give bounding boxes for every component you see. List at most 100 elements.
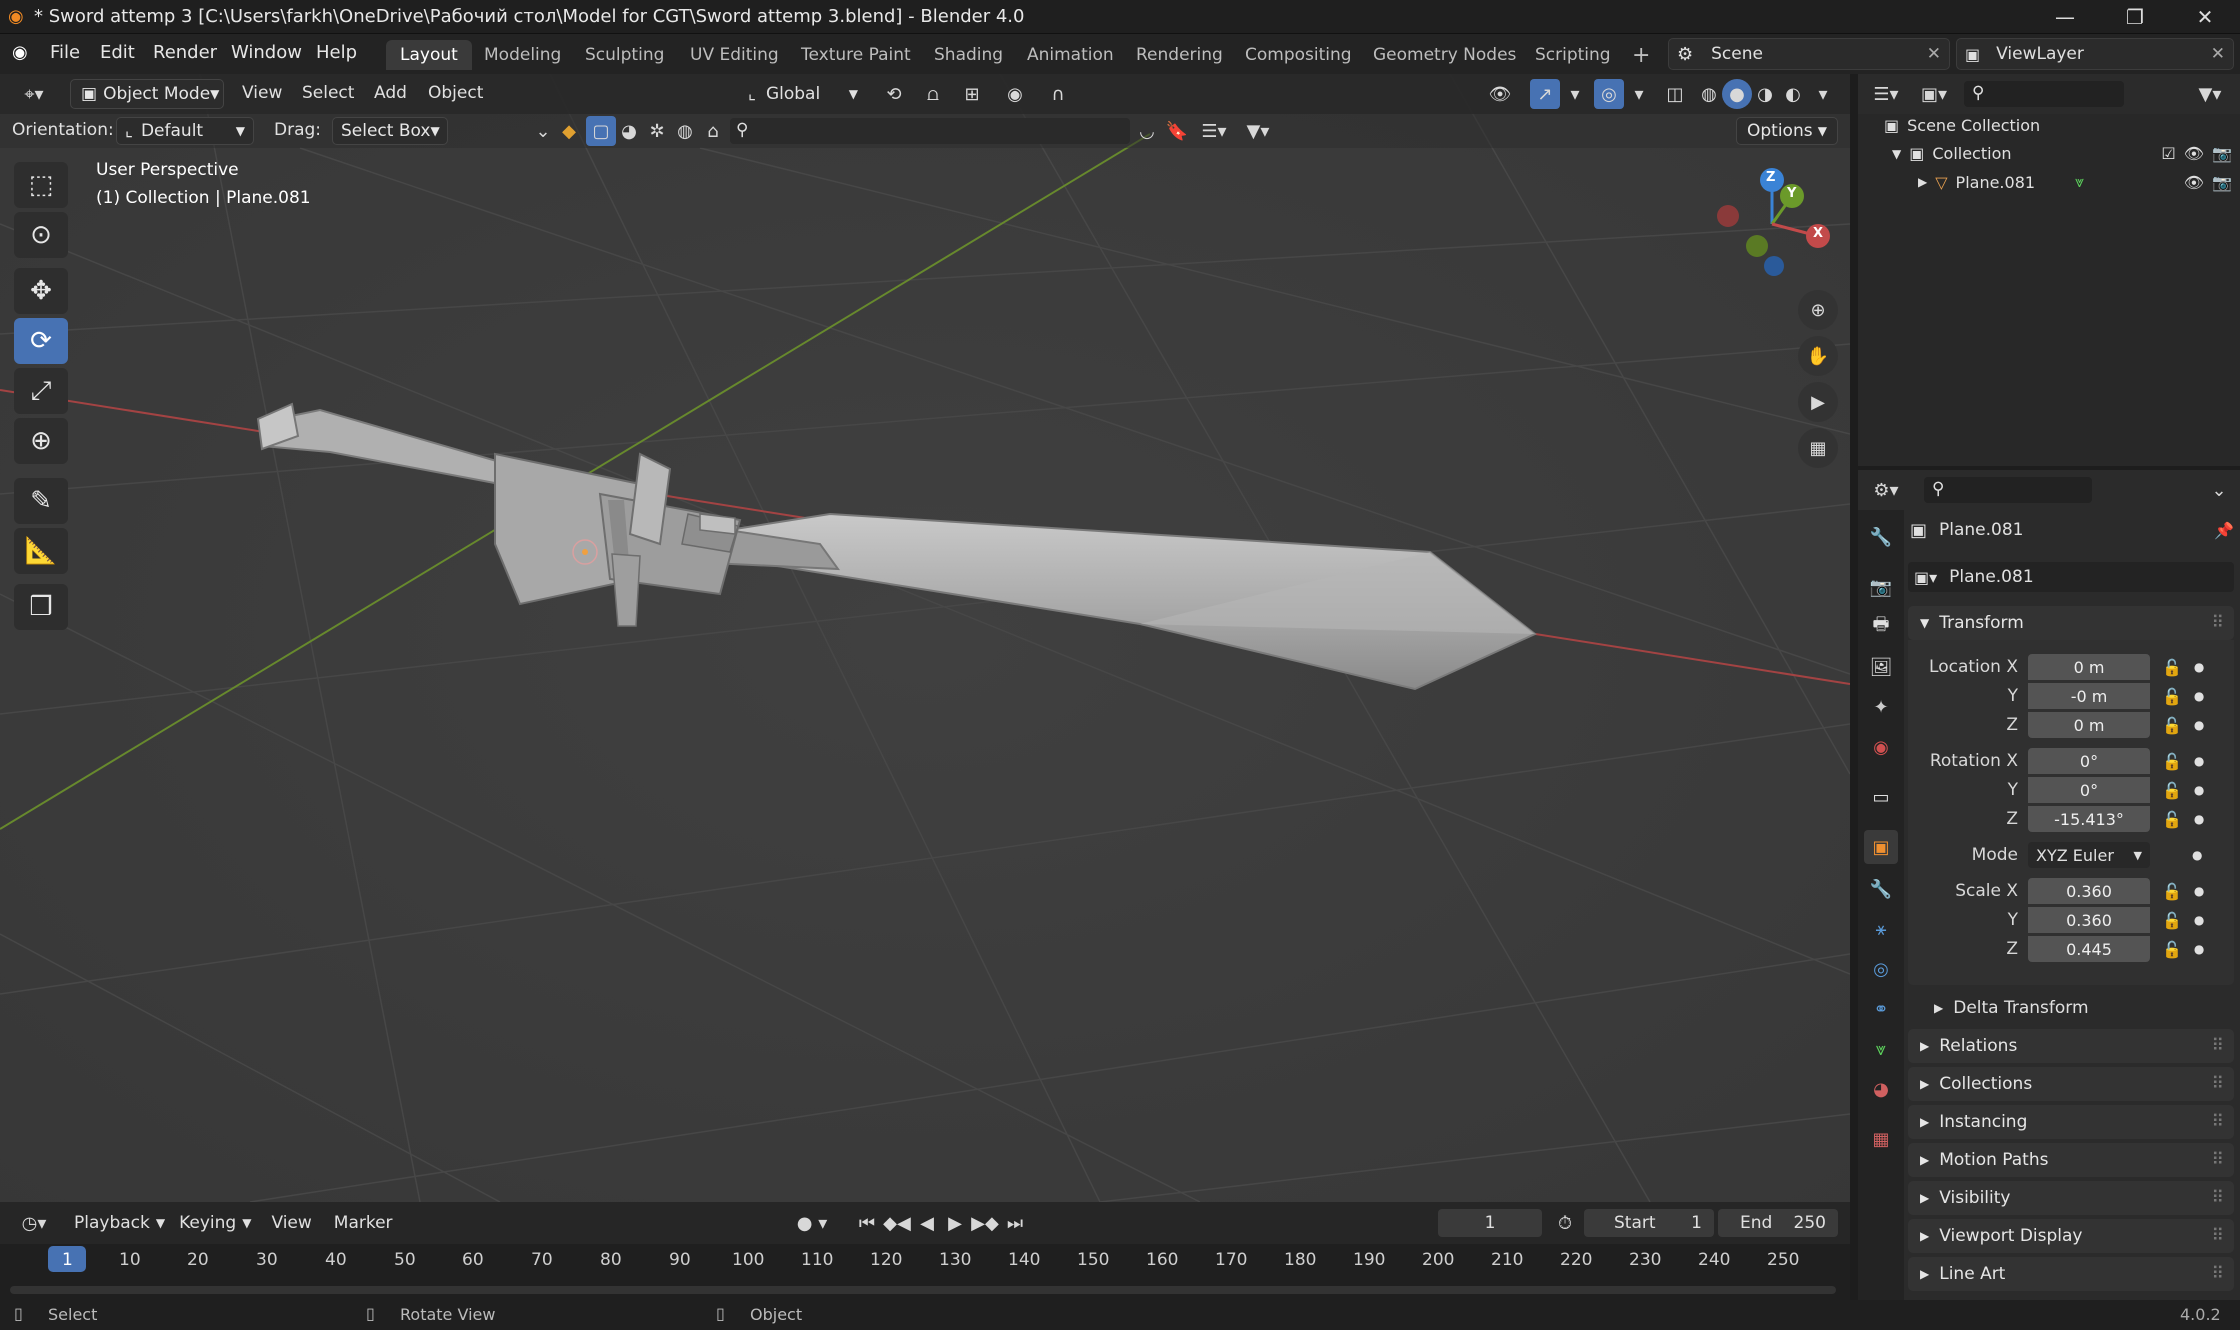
tab-animation[interactable]: Animation bbox=[1013, 40, 1128, 70]
camera-view-icon[interactable]: ▶ bbox=[1798, 382, 1838, 422]
orientation-dropdown[interactable]: ⌞ Default ▼ bbox=[116, 117, 254, 145]
end-frame-field[interactable]: End 250 bbox=[1718, 1209, 1838, 1237]
lock-icon[interactable]: 🔓 bbox=[2162, 781, 2182, 800]
keyframe-dot-icon[interactable]: ● bbox=[2194, 783, 2204, 797]
physics-tab-icon[interactable]: ◎ bbox=[1864, 952, 1898, 986]
transform-orientation-dropdown[interactable]: ⌞ Global ▼ bbox=[748, 80, 858, 108]
overlay-toggle-icon[interactable]: ◎ bbox=[1594, 79, 1624, 109]
editor-type-icon[interactable]: ☰▾ bbox=[1866, 79, 1906, 109]
lock-icon[interactable]: 🔓 bbox=[2162, 882, 2182, 901]
pivot-point-icon[interactable]: ⟲ bbox=[872, 79, 916, 109]
viewport-display-panel[interactable]: ▶ Viewport Display ⠿ bbox=[1908, 1219, 2234, 1253]
drag-handle-icon[interactable]: ⠿ bbox=[2212, 1036, 2224, 1056]
render-tab-icon[interactable]: 📷 bbox=[1864, 570, 1898, 604]
xray-icon[interactable]: ◫ bbox=[1660, 79, 1690, 109]
mode-dropdown[interactable]: ▣ Object Mode ▼ bbox=[70, 79, 224, 109]
3d-viewport[interactable]: User Perspective (1) Collection | Plane.… bbox=[0, 74, 1850, 1202]
motion-paths-panel[interactable]: ▶ Motion Paths ⠿ bbox=[1908, 1143, 2234, 1177]
collections-panel[interactable]: ▶ Collections ⠿ bbox=[1908, 1067, 2234, 1101]
wireframe-shading-icon[interactable]: ◍ bbox=[1694, 79, 1724, 109]
eye-icon[interactable]: 👁 bbox=[2184, 173, 2204, 192]
world-tab-icon[interactable]: ◉ bbox=[1864, 730, 1898, 764]
material-icon[interactable]: ◕ bbox=[614, 116, 644, 146]
tab-texture-paint[interactable]: Texture Paint bbox=[787, 40, 925, 70]
display-mode-icon[interactable]: ▣▾ bbox=[1914, 79, 1954, 109]
drag-dropdown[interactable]: Select Box ▼ bbox=[332, 117, 448, 145]
curve-icon[interactable]: ◡ bbox=[1132, 116, 1162, 146]
jump-start-icon[interactable]: ⏮ bbox=[852, 1208, 882, 1238]
constraints-tab-icon[interactable]: ⚭ bbox=[1864, 992, 1898, 1026]
zoom-icon[interactable]: ⊕ bbox=[1798, 290, 1838, 330]
modifier-tab-icon[interactable]: 🔧 bbox=[1864, 872, 1898, 906]
relations-panel[interactable]: ▶ Relations ⠿ bbox=[1908, 1029, 2234, 1063]
keyframe-dot-icon[interactable]: ● bbox=[2194, 884, 2204, 898]
scene-tab-icon[interactable]: ✦ bbox=[1864, 690, 1898, 724]
keyframe-dot-icon[interactable]: ● bbox=[2194, 689, 2204, 703]
world-icon[interactable]: ◍ bbox=[670, 116, 700, 146]
tab-layout[interactable]: Layout bbox=[386, 40, 472, 70]
proportional-edit-icon[interactable]: ◉ bbox=[1000, 79, 1030, 109]
output-tab-icon[interactable]: 🖶 bbox=[1864, 610, 1898, 644]
filter-icon[interactable]: ▼▾ bbox=[2190, 79, 2230, 109]
constraint-icon[interactable]: ⌂ bbox=[698, 116, 728, 146]
filter-icon[interactable]: ▼▾ bbox=[1238, 116, 1278, 146]
perspective-grid-icon[interactable]: ▦ bbox=[1798, 428, 1838, 468]
play-reverse-icon[interactable]: ◀ bbox=[912, 1208, 942, 1238]
object-tab-icon[interactable]: ▣ bbox=[1864, 830, 1898, 864]
falloff-icon[interactable]: ∩ bbox=[1036, 79, 1080, 109]
navigation-gizmo[interactable]: Z Y X bbox=[1712, 164, 1832, 284]
drag-handle-icon[interactable]: ⠿ bbox=[2212, 1112, 2224, 1132]
chevron-down-icon[interactable]: ⌄ bbox=[2204, 475, 2234, 505]
add-workspace-button[interactable]: + bbox=[1618, 40, 1664, 70]
keyframe-dot-icon[interactable]: ● bbox=[2194, 718, 2204, 732]
properties-search[interactable]: ⚲ bbox=[1924, 477, 2092, 503]
tab-geometry-nodes[interactable]: Geometry Nodes bbox=[1359, 40, 1530, 70]
chevron-right-icon[interactable]: ▶ bbox=[1918, 175, 1927, 189]
lock-icon[interactable]: 🔓 bbox=[2162, 940, 2182, 959]
chevron-down-icon[interactable]: ▼ bbox=[1892, 147, 1901, 161]
keyframe-dot-icon[interactable]: ● bbox=[2194, 812, 2204, 826]
color-wheel-icon[interactable]: ◆ bbox=[554, 116, 584, 146]
annotate-tool[interactable]: ✎ bbox=[14, 478, 68, 524]
outliner-object-row[interactable]: ▶ ▽ Plane.081 ⩔ 👁 📷 bbox=[1918, 172, 2232, 192]
object-name-field[interactable]: ▣▾ Plane.081 bbox=[1908, 562, 2234, 592]
collection-tab-icon[interactable]: ▭ bbox=[1864, 780, 1898, 814]
chevron-down-icon[interactable]: ▾ bbox=[1560, 79, 1590, 109]
keyframe-dot-icon[interactable]: ● bbox=[2192, 848, 2202, 862]
minimize-button[interactable]: — bbox=[2030, 0, 2100, 34]
data-tab-icon[interactable]: ⩔ bbox=[1864, 1032, 1898, 1066]
maximize-button[interactable]: ❐ bbox=[2100, 0, 2170, 34]
chevron-down-icon[interactable]: ▾ bbox=[1808, 79, 1838, 109]
play-icon[interactable]: ▶ bbox=[940, 1208, 970, 1238]
keyframe-dot-icon[interactable]: ● bbox=[2194, 660, 2204, 674]
texture-tab-icon[interactable]: ▦ bbox=[1864, 1122, 1898, 1156]
timeline-scrollbar[interactable] bbox=[10, 1286, 1836, 1294]
tab-sculpting[interactable]: Sculpting bbox=[571, 40, 678, 70]
visibility-icon[interactable]: 👁 bbox=[1478, 79, 1522, 109]
jump-end-icon[interactable]: ⏭ bbox=[1000, 1208, 1030, 1238]
rotation-x-field[interactable]: 0° bbox=[2028, 748, 2150, 774]
viewport-search-field[interactable]: ⚲ bbox=[730, 118, 1130, 144]
pan-hand-icon[interactable]: ✋ bbox=[1798, 336, 1838, 376]
next-keyframe-icon[interactable]: ▶◆ bbox=[970, 1208, 1000, 1238]
close-icon[interactable]: ✕ bbox=[1927, 44, 1941, 64]
rotate-tool[interactable]: ⟳ bbox=[14, 318, 68, 364]
outliner-collection-row[interactable]: ▼ ▣ Collection ☑ 👁 📷 bbox=[1892, 144, 2232, 163]
menu-file[interactable]: File bbox=[50, 42, 80, 63]
outliner-scene-collection[interactable]: ▣ Scene Collection bbox=[1884, 116, 2040, 135]
tab-shading[interactable]: Shading bbox=[920, 40, 1017, 70]
drag-handle-icon[interactable]: ⠿ bbox=[2212, 1226, 2224, 1246]
prev-keyframe-icon[interactable]: ◆◀ bbox=[882, 1208, 912, 1238]
lock-icon[interactable]: 🔓 bbox=[2162, 687, 2182, 706]
view-layer-tab-icon[interactable]: 🖼 bbox=[1864, 650, 1898, 684]
tab-rendering[interactable]: Rendering bbox=[1122, 40, 1237, 70]
material-shading-icon[interactable]: ◑ bbox=[1750, 79, 1780, 109]
editor-type-icon[interactable]: ◷▾ bbox=[12, 1208, 56, 1238]
record-icon[interactable]: ● ▾ bbox=[790, 1208, 834, 1238]
keyframe-dot-icon[interactable]: ● bbox=[2194, 913, 2204, 927]
eye-icon[interactable]: 👁 bbox=[2184, 144, 2204, 163]
keyframe-dot-icon[interactable]: ● bbox=[2194, 942, 2204, 956]
rendered-shading-icon[interactable]: ◐ bbox=[1778, 79, 1808, 109]
menu-add[interactable]: Add bbox=[374, 83, 407, 103]
lock-icon[interactable]: 🔓 bbox=[2162, 658, 2182, 677]
